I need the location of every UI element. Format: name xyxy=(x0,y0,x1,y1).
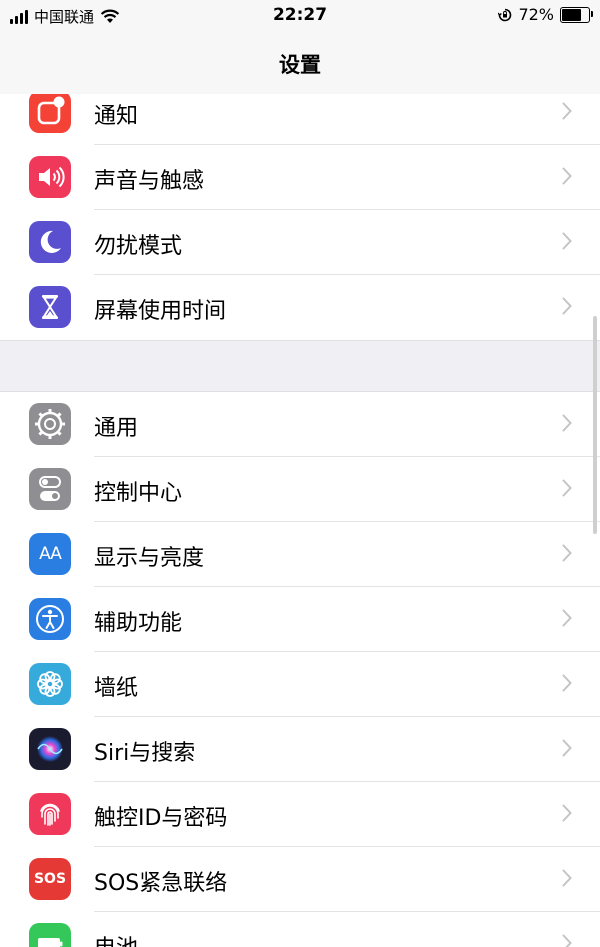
settings-row-display[interactable]: AA 显示与亮度 xyxy=(0,522,600,587)
settings-row-screen-time[interactable]: 屏幕使用时间 xyxy=(0,275,600,340)
section-gap xyxy=(0,340,600,392)
row-label: 通用 xyxy=(94,416,139,441)
status-bar: 中国联通 22:27 72% xyxy=(0,0,600,32)
accessibility-icon xyxy=(29,598,71,640)
notifications-icon xyxy=(29,94,71,133)
navigation-bar: 设置 xyxy=(0,32,600,95)
aa-icon: AA xyxy=(29,533,71,575)
row-label: 声音与触感 xyxy=(94,169,205,194)
row-label: 勿扰模式 xyxy=(94,234,183,259)
row-label: 电池 xyxy=(94,930,138,947)
settings-row-emergency-sos[interactable]: SOS SOS紧急联络 xyxy=(0,847,600,912)
toggles-icon xyxy=(29,468,71,510)
chevron-right-icon xyxy=(562,609,572,627)
battery-indicator-icon xyxy=(560,6,593,23)
chevron-right-icon xyxy=(562,544,572,562)
settings-group-1: 通知 声音与触感 勿扰模式 屏幕使用时间 xyxy=(0,94,600,340)
flower-icon xyxy=(29,663,71,705)
row-label: SOS紧急联络 xyxy=(94,871,228,896)
settings-row-siri[interactable]: Siri与搜索 xyxy=(0,717,600,782)
chevron-right-icon xyxy=(562,739,572,757)
row-label: 显示与亮度 xyxy=(94,546,205,571)
settings-row-touch-id[interactable]: 触控ID与密码 xyxy=(0,782,600,847)
settings-row-battery[interactable]: 电池 xyxy=(0,912,600,947)
settings-list[interactable]: 通知 声音与触感 勿扰模式 屏幕使用时间 通用 控制中心 AA 显示与亮度 辅助… xyxy=(0,94,600,947)
chevron-right-icon xyxy=(562,869,572,887)
settings-row-do-not-disturb[interactable]: 勿扰模式 xyxy=(0,210,600,275)
battery-percent: 72% xyxy=(518,5,554,24)
status-right: 72% xyxy=(498,5,593,24)
settings-row-general[interactable]: 通用 xyxy=(0,392,600,457)
page-title: 设置 xyxy=(279,53,321,77)
settings-row-control-center[interactable]: 控制中心 xyxy=(0,457,600,522)
battery-icon xyxy=(29,923,71,947)
chevron-right-icon xyxy=(562,479,572,497)
chevron-right-icon xyxy=(562,102,572,120)
hourglass-icon xyxy=(29,286,71,328)
row-label: 通知 xyxy=(94,104,139,129)
row-label: 屏幕使用时间 xyxy=(94,299,227,324)
chevron-right-icon xyxy=(562,232,572,250)
settings-row-wallpaper[interactable]: 墙纸 xyxy=(0,652,600,717)
sounds-icon xyxy=(29,156,71,198)
scroll-indicator[interactable] xyxy=(593,316,597,534)
row-label: 辅助功能 xyxy=(94,611,183,636)
aa-icon-text: AA xyxy=(39,544,62,564)
row-label: 墙纸 xyxy=(94,676,139,701)
row-label: 控制中心 xyxy=(94,481,183,506)
chevron-right-icon xyxy=(562,804,572,822)
chevron-right-icon xyxy=(562,297,572,315)
chevron-right-icon xyxy=(562,674,572,692)
chevron-right-icon xyxy=(562,934,572,947)
settings-group-2: 通用 控制中心 AA 显示与亮度 辅助功能 墙纸 Siri与搜索 触控ID与密码… xyxy=(0,392,600,947)
settings-row-sounds[interactable]: 声音与触感 xyxy=(0,145,600,210)
settings-row-accessibility[interactable]: 辅助功能 xyxy=(0,587,600,652)
orientation-lock-icon xyxy=(498,8,512,21)
sos-icon: SOS xyxy=(29,858,71,900)
gear-icon xyxy=(29,403,71,445)
row-label: Siri与搜索 xyxy=(94,741,196,766)
chevron-right-icon xyxy=(562,167,572,185)
siri-icon xyxy=(29,728,71,770)
row-label: 触控ID与密码 xyxy=(94,806,228,831)
settings-row-notifications[interactable]: 通知 xyxy=(0,94,600,145)
chevron-right-icon xyxy=(562,414,572,432)
moon-icon xyxy=(29,221,71,263)
fingerprint-icon xyxy=(29,793,71,835)
sos-icon-text: SOS xyxy=(33,871,67,887)
